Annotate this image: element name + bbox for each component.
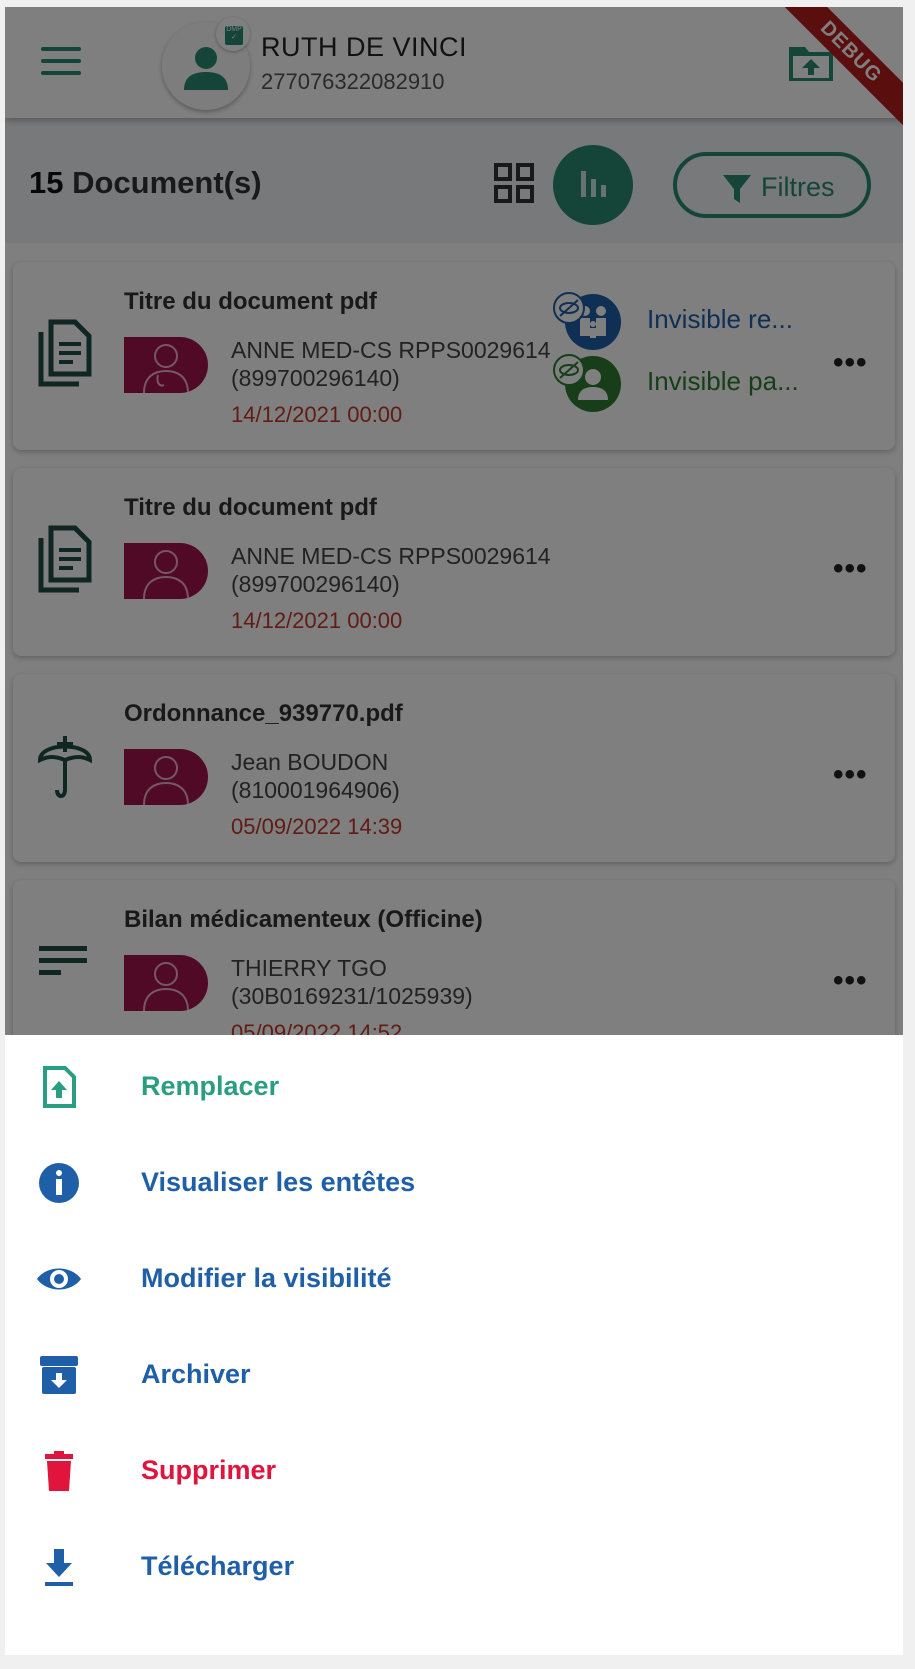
menu-item-label: Supprimer bbox=[141, 1455, 277, 1485]
menu-item-label: Visualiser les entêtes bbox=[141, 1167, 416, 1197]
file-upload-icon bbox=[37, 1065, 81, 1109]
modal-barrier[interactable] bbox=[5, 7, 903, 1035]
archive-icon bbox=[37, 1353, 81, 1397]
download-icon bbox=[37, 1545, 81, 1589]
menu-item-replace[interactable]: Remplacer bbox=[5, 1041, 903, 1131]
menu-item-archive[interactable]: Archiver bbox=[5, 1329, 903, 1419]
menu-item-label: Archiver bbox=[141, 1359, 251, 1389]
menu-item-view-headers[interactable]: Visualiser les entêtes bbox=[5, 1137, 903, 1227]
menu-item-label: Remplacer bbox=[141, 1071, 280, 1101]
menu-item-label: Modifier la visibilité bbox=[141, 1263, 392, 1293]
info-icon bbox=[37, 1161, 81, 1205]
menu-item-visibility[interactable]: Modifier la visibilité bbox=[5, 1233, 903, 1323]
eye-icon bbox=[37, 1257, 81, 1301]
trash-icon bbox=[37, 1449, 81, 1493]
app-screen: DMP✓ RUTH DE VINCI 277076322082910 DEBUG… bbox=[5, 7, 903, 1655]
actions-bottom-sheet: Remplacer Visualiser les entêtes Modifie… bbox=[5, 1035, 903, 1655]
menu-item-delete[interactable]: Supprimer bbox=[5, 1425, 903, 1515]
menu-item-label: Télécharger bbox=[141, 1551, 295, 1581]
menu-item-download[interactable]: Télécharger bbox=[5, 1521, 903, 1611]
